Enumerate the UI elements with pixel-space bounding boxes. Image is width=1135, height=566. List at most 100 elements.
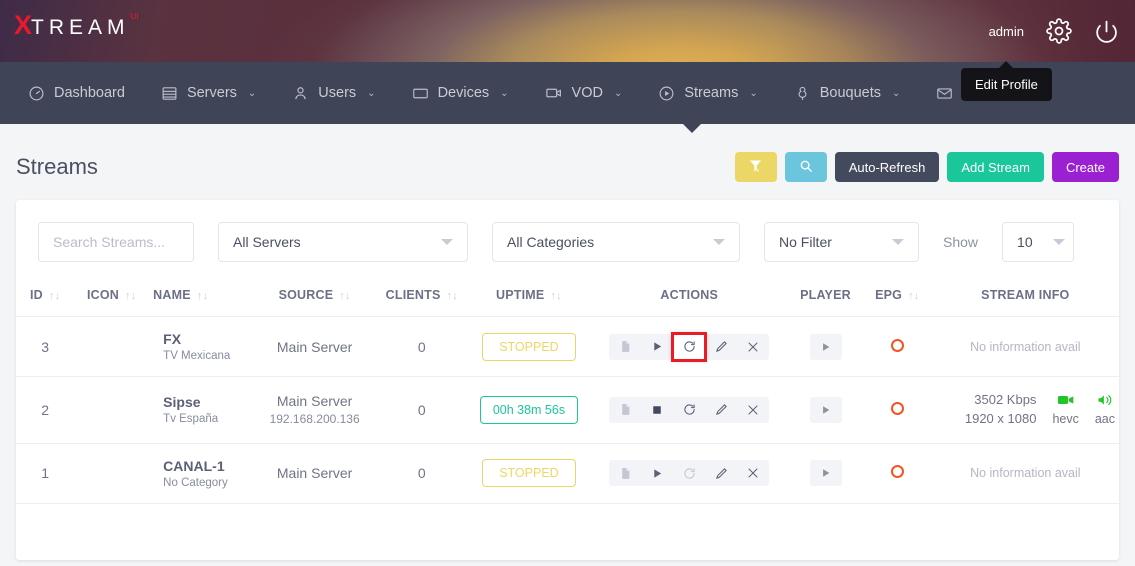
edit-icon[interactable] <box>705 460 737 486</box>
sort-icon[interactable]: ↑↓ <box>49 290 60 302</box>
sort-icon[interactable]: ↑↓ <box>447 290 458 302</box>
cell-id: 2 <box>16 377 74 444</box>
categories-select[interactable]: All Categories <box>492 222 740 262</box>
speaker-icon <box>1095 394 1115 409</box>
col-header-uptime[interactable]: UPTIME ↑↓ <box>468 278 591 317</box>
cell-epg <box>863 317 932 377</box>
epg-circle-icon[interactable] <box>891 465 904 478</box>
edit-profile-tooltip: Edit Profile <box>961 68 1052 101</box>
streams-card: Search Streams... All Servers All Catego… <box>16 200 1119 560</box>
action-button-group <box>609 397 769 423</box>
active-nav-indicator <box>683 124 701 133</box>
clear-filter-button[interactable]: x <box>735 152 777 182</box>
stop-icon[interactable] <box>641 397 673 423</box>
col-label-actions: ACTIONS <box>660 288 718 302</box>
page-container: Streams x Auto-Refresh Add Stream <box>0 124 1135 560</box>
video-codec: hevc <box>1052 394 1078 426</box>
file-icon[interactable] <box>609 460 641 486</box>
power-icon[interactable] <box>1094 19 1119 44</box>
servers-select-value: All Servers <box>233 234 441 250</box>
action-button-group <box>609 460 769 486</box>
nav-item-bouquets[interactable]: Bouquets ⌄ <box>776 62 919 124</box>
edit-icon[interactable] <box>705 334 737 360</box>
sort-icon[interactable]: ↑↓ <box>550 290 561 302</box>
epg-circle-icon[interactable] <box>891 339 904 352</box>
sort-icon[interactable]: ↑↓ <box>197 290 208 302</box>
col-label-id: ID <box>30 288 43 302</box>
search-input[interactable]: Search Streams... <box>38 222 194 262</box>
nav-label-users: Users <box>318 85 356 101</box>
table-row: 3 FX TV Mexicana Main Server 0 STOPPED <box>16 317 1119 377</box>
streams-icon <box>658 85 675 102</box>
restart-icon[interactable] <box>673 334 705 360</box>
logo-wordmark: TREAM <box>31 17 130 38</box>
show-label: Show <box>943 234 978 250</box>
sort-icon[interactable]: ↑↓ <box>125 290 136 302</box>
nav-item-users[interactable]: Users ⌄ <box>274 62 393 124</box>
player-play-icon[interactable] <box>810 460 842 486</box>
create-button[interactable]: Create <box>1052 152 1119 182</box>
nav-item-vod[interactable]: VOD ⌄ <box>527 62 641 124</box>
col-label-uptime: UPTIME <box>496 288 544 302</box>
cell-actions <box>590 443 788 503</box>
nav-item-dashboard[interactable]: Dashboard <box>10 62 143 124</box>
stream-category: No Category <box>163 477 249 489</box>
gear-icon[interactable] <box>1046 18 1072 44</box>
nav-item-servers[interactable]: Servers ⌄ <box>143 62 274 124</box>
top-banner: X TREAM UI admin <box>0 0 1135 62</box>
search-placeholder: Search Streams... <box>53 234 165 250</box>
stream-bitrate-resolution: 3502 Kbps 1920 x 1080 <box>965 391 1037 429</box>
app-logo[interactable]: X TREAM UI <box>14 12 139 39</box>
admin-username[interactable]: admin <box>989 24 1024 39</box>
stream-name: FX <box>163 331 249 347</box>
col-header-epg[interactable]: EPG ↑↓ <box>863 278 932 317</box>
cell-name: Sipse Tv España <box>149 377 253 444</box>
action-button-group <box>609 334 769 360</box>
col-header-source[interactable]: SOURCE↑↓ <box>253 278 376 317</box>
bitrate-value: 3502 Kbps <box>965 391 1037 410</box>
play-icon[interactable] <box>641 334 673 360</box>
page-title: Streams <box>16 154 98 180</box>
cell-icon <box>74 317 149 377</box>
col-label-epg: EPG <box>875 288 902 302</box>
nav-item-devices[interactable]: Devices ⌄ <box>394 62 527 124</box>
auto-refresh-button[interactable]: Auto-Refresh <box>835 152 940 182</box>
close-icon[interactable] <box>737 334 769 360</box>
file-icon[interactable] <box>609 397 641 423</box>
sort-icon[interactable]: ↑↓ <box>339 290 350 302</box>
search-icon <box>799 159 813 176</box>
col-header-id[interactable]: ID ↑↓ <box>16 278 74 317</box>
cell-clients: 0 <box>376 443 468 503</box>
categories-select-value: All Categories <box>507 234 713 250</box>
edit-icon[interactable] <box>705 397 737 423</box>
sort-icon[interactable]: ↑↓ <box>908 290 919 302</box>
add-stream-button[interactable]: Add Stream <box>947 152 1044 182</box>
page-size-select[interactable]: 10 <box>1002 222 1074 262</box>
cell-stream-info: 3502 Kbps 1920 x 1080 hevc <box>932 377 1119 444</box>
search-button[interactable] <box>785 152 827 182</box>
close-icon[interactable] <box>737 397 769 423</box>
col-header-icon[interactable]: ICON↑↓ <box>74 278 149 317</box>
servers-select[interactable]: All Servers <box>218 222 468 262</box>
player-play-icon[interactable] <box>810 397 842 423</box>
status-filter-select[interactable]: No Filter <box>764 222 919 262</box>
table-row: 2 Sipse Tv España Main Server 192.168.20… <box>16 377 1119 444</box>
close-icon[interactable] <box>737 460 769 486</box>
users-icon <box>292 85 309 102</box>
devices-icon <box>412 85 429 102</box>
play-icon[interactable] <box>641 460 673 486</box>
player-play-icon[interactable] <box>810 334 842 360</box>
col-header-clients[interactable]: CLIENTS↑↓ <box>376 278 468 317</box>
file-icon[interactable] <box>609 334 641 360</box>
cell-epg <box>863 377 932 444</box>
chevron-down-icon: ⌄ <box>248 88 256 99</box>
epg-circle-icon[interactable] <box>891 402 904 415</box>
table-head: ID ↑↓ ICON↑↓ NAME↑↓ SOURCE↑↓ CLIENTS↑↓ <box>16 278 1119 317</box>
stream-info-box: 3502 Kbps 1920 x 1080 hevc <box>936 391 1115 429</box>
col-header-name[interactable]: NAME↑↓ <box>149 278 253 317</box>
nav-label-streams: Streams <box>684 85 738 101</box>
restart-icon[interactable] <box>673 397 705 423</box>
restart-icon[interactable] <box>673 460 705 486</box>
nav-item-streams[interactable]: Streams ⌄ <box>640 62 775 124</box>
bouquets-icon <box>794 85 811 102</box>
